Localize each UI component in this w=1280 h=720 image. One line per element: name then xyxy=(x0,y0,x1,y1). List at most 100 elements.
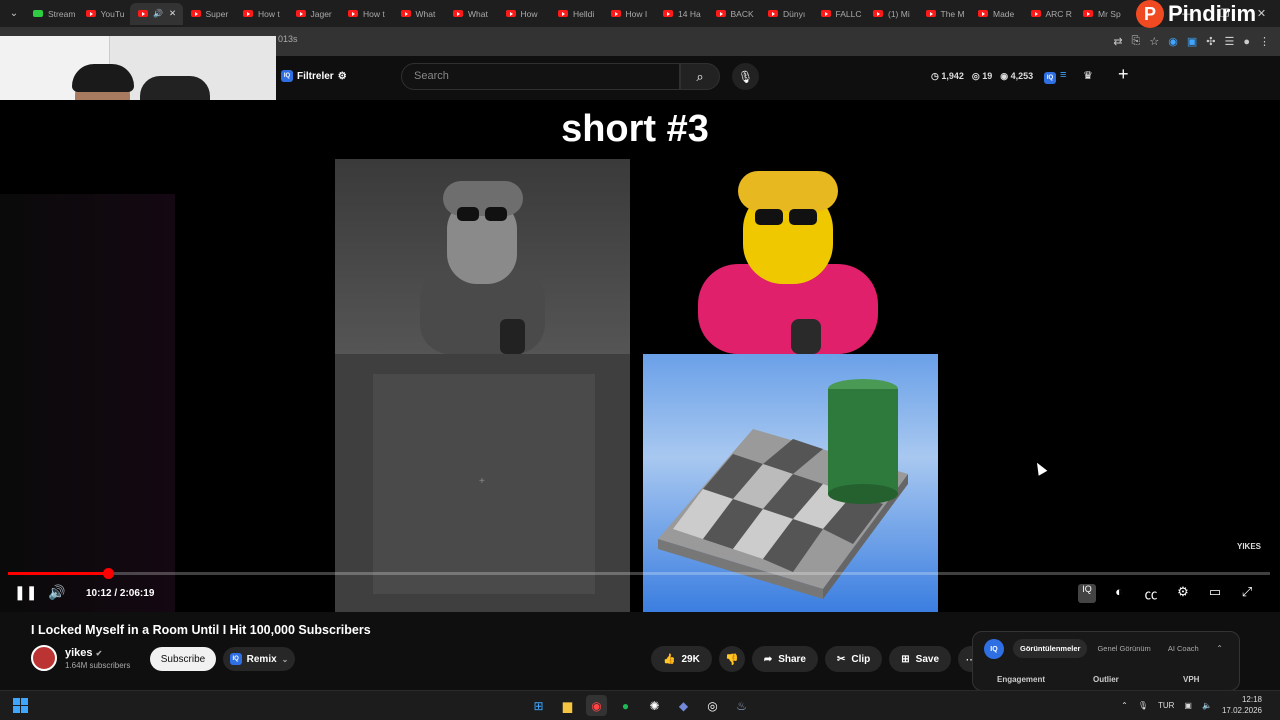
browser-tab[interactable]: What xyxy=(445,3,498,25)
browser-tab[interactable]: Helldi xyxy=(550,3,603,25)
youtube-icon xyxy=(873,10,883,17)
game-icon[interactable]: ◎ xyxy=(702,695,723,716)
channel-name[interactable]: yikes ✔ xyxy=(65,647,102,659)
trophy-icon[interactable]: ♛ xyxy=(1083,69,1093,82)
audio-playing-icon[interactable]: 🔊 xyxy=(153,9,163,18)
tab-overview[interactable]: Genel Görünüm xyxy=(1090,639,1157,658)
browser-tab[interactable]: How I xyxy=(603,3,656,25)
youtube-icon xyxy=(1030,10,1041,17)
browser-tab[interactable]: ARC R xyxy=(1023,3,1076,25)
browser-tab-active[interactable]: 🔊 ✕ xyxy=(130,2,183,25)
browser-menu-icon[interactable]: ⋮ xyxy=(1259,35,1270,48)
youtube-icon xyxy=(715,10,726,17)
video-frame-title: short #3 xyxy=(561,108,709,150)
clock[interactable]: 12:18 17.02.2026 xyxy=(1222,694,1262,716)
like-button[interactable]: 👍 29K xyxy=(651,646,712,672)
tab-label: Jager xyxy=(310,8,332,19)
extensions-puzzle-icon[interactable]: ✣ xyxy=(1206,35,1215,48)
fullscreen-icon[interactable]: ⤢ xyxy=(1238,584,1256,603)
autoplay-toggle-icon[interactable]: ◐ xyxy=(1110,584,1128,603)
settings-gear-icon[interactable]: ⚙ xyxy=(1174,584,1192,603)
tab-label: YouTu xyxy=(100,8,125,19)
sidebar-icon[interactable]: ☰ xyxy=(1224,35,1234,48)
tab-label: (1) Mi xyxy=(888,8,910,19)
browser-tab[interactable]: (1) Mi xyxy=(865,3,918,25)
remix-button[interactable]: IQ Remix ⌄ xyxy=(223,647,295,671)
microphone-tray-icon[interactable]: 🎙 xyxy=(1138,701,1148,710)
save-button[interactable]: ⊞ Save xyxy=(889,646,952,672)
captions-icon[interactable]: ㏄ xyxy=(1142,584,1160,603)
browser-tab[interactable]: Dünyı xyxy=(760,3,813,25)
vidiq-header-icon[interactable]: IQ xyxy=(1044,72,1056,84)
browser-tab[interactable]: FALLC xyxy=(813,3,866,25)
create-icon[interactable]: + xyxy=(1118,64,1129,85)
filters-button[interactable]: IQ Filtreler ⚙ xyxy=(281,70,347,82)
scissors-icon: ✂ xyxy=(837,653,846,665)
search-icon: ⌕ xyxy=(696,68,704,84)
channel-avatar[interactable] xyxy=(31,645,57,671)
share-button[interactable]: ➦ Share xyxy=(751,646,818,672)
close-tab-icon[interactable]: ✕ xyxy=(169,8,176,19)
scrubber-handle[interactable] xyxy=(103,568,114,579)
browser-tab[interactable]: BACK xyxy=(708,3,761,25)
tab-views[interactable]: Görüntülenmeler xyxy=(1013,639,1088,658)
install-icon[interactable]: ⎘ xyxy=(1132,35,1141,48)
collapse-chevron-icon[interactable]: ⌃ xyxy=(1216,644,1223,653)
speaker-icon[interactable]: 🔈 xyxy=(1202,701,1212,710)
windows-start-icon[interactable] xyxy=(13,698,28,713)
tray-chevron-icon[interactable]: ⌃ xyxy=(1121,701,1128,710)
youtube-icon xyxy=(400,10,411,17)
browser-tab[interactable]: Jager xyxy=(288,3,341,25)
search-button[interactable]: ⌕ xyxy=(680,63,720,90)
volume-icon[interactable]: 🔊 xyxy=(48,584,65,601)
extension-audio-icon[interactable]: ◉ xyxy=(1168,35,1178,48)
save-label: Save xyxy=(915,653,940,665)
dislike-button[interactable]: 👎 xyxy=(718,646,745,672)
voice-search-button[interactable]: 🎙 xyxy=(732,63,759,90)
profile-avatar-icon[interactable]: ● xyxy=(1243,36,1250,48)
steam-icon[interactable]: ♨ xyxy=(731,695,752,716)
tab-search-chevron-icon[interactable]: ⌄ xyxy=(3,4,25,24)
language-indicator[interactable]: TUR xyxy=(1158,701,1174,710)
browser-tab[interactable]: Mr Sp xyxy=(1075,3,1128,25)
browser-tab[interactable]: Stream xyxy=(25,3,78,25)
browser-tab[interactable]: 14 Ha xyxy=(655,3,708,25)
bookmark-star-icon[interactable]: ☆ xyxy=(1149,35,1159,48)
url-text[interactable]: 013s xyxy=(278,34,298,44)
start-menu-icon[interactable]: ⊞ xyxy=(528,695,549,716)
translate-icon[interactable]: ⇄ xyxy=(1113,35,1122,48)
tab-ai-coach[interactable]: AI Coach xyxy=(1161,639,1206,658)
network-icon[interactable]: ▣ xyxy=(1184,701,1192,710)
remix-label: Remix xyxy=(246,653,277,665)
video-progress-bar[interactable] xyxy=(8,568,1270,579)
browser-tab[interactable]: How t xyxy=(340,3,393,25)
browser-tab[interactable]: The M xyxy=(918,3,971,25)
thumbs-up-icon: 👍 xyxy=(663,653,676,665)
theater-mode-icon[interactable]: ▭ xyxy=(1206,584,1224,603)
browser-tab[interactable]: How t xyxy=(235,3,288,25)
tab-label: Mr Sp xyxy=(1098,8,1121,19)
app-icon[interactable]: ✺ xyxy=(644,695,665,716)
list-icon[interactable]: ≡ xyxy=(1060,69,1066,81)
browser-tab[interactable]: What xyxy=(393,3,446,25)
browser-tab[interactable]: Made xyxy=(970,3,1023,25)
chrome-icon[interactable]: ◉ xyxy=(586,695,607,716)
vidiq-extension-icon[interactable]: ▣ xyxy=(1187,35,1197,48)
browser-tab[interactable]: How xyxy=(498,3,551,25)
spotify-icon[interactable]: ● xyxy=(615,695,636,716)
video-player[interactable]: short #3 + YIKES xyxy=(0,100,1280,612)
pause-icon[interactable]: ❚❚ xyxy=(14,584,37,601)
tab-label: How t xyxy=(363,8,385,19)
browser-tab[interactable]: Super xyxy=(183,3,236,25)
subscribe-button[interactable]: Subscribe xyxy=(150,647,216,671)
tab-label: The M xyxy=(940,8,965,19)
clip-button[interactable]: ✂ Clip xyxy=(825,646,883,672)
discord-icon[interactable]: ◆ xyxy=(673,695,694,716)
file-explorer-icon[interactable]: ▆ xyxy=(557,695,578,716)
views-stat: ◉ 4,253 xyxy=(1000,71,1034,81)
tab-label: What xyxy=(415,8,436,19)
browser-tab[interactable]: YouTu xyxy=(78,3,131,25)
filters-label: Filtreler xyxy=(297,70,334,82)
search-input[interactable]: Search xyxy=(401,63,680,90)
vidiq-player-icon[interactable]: IQ xyxy=(1078,584,1096,603)
